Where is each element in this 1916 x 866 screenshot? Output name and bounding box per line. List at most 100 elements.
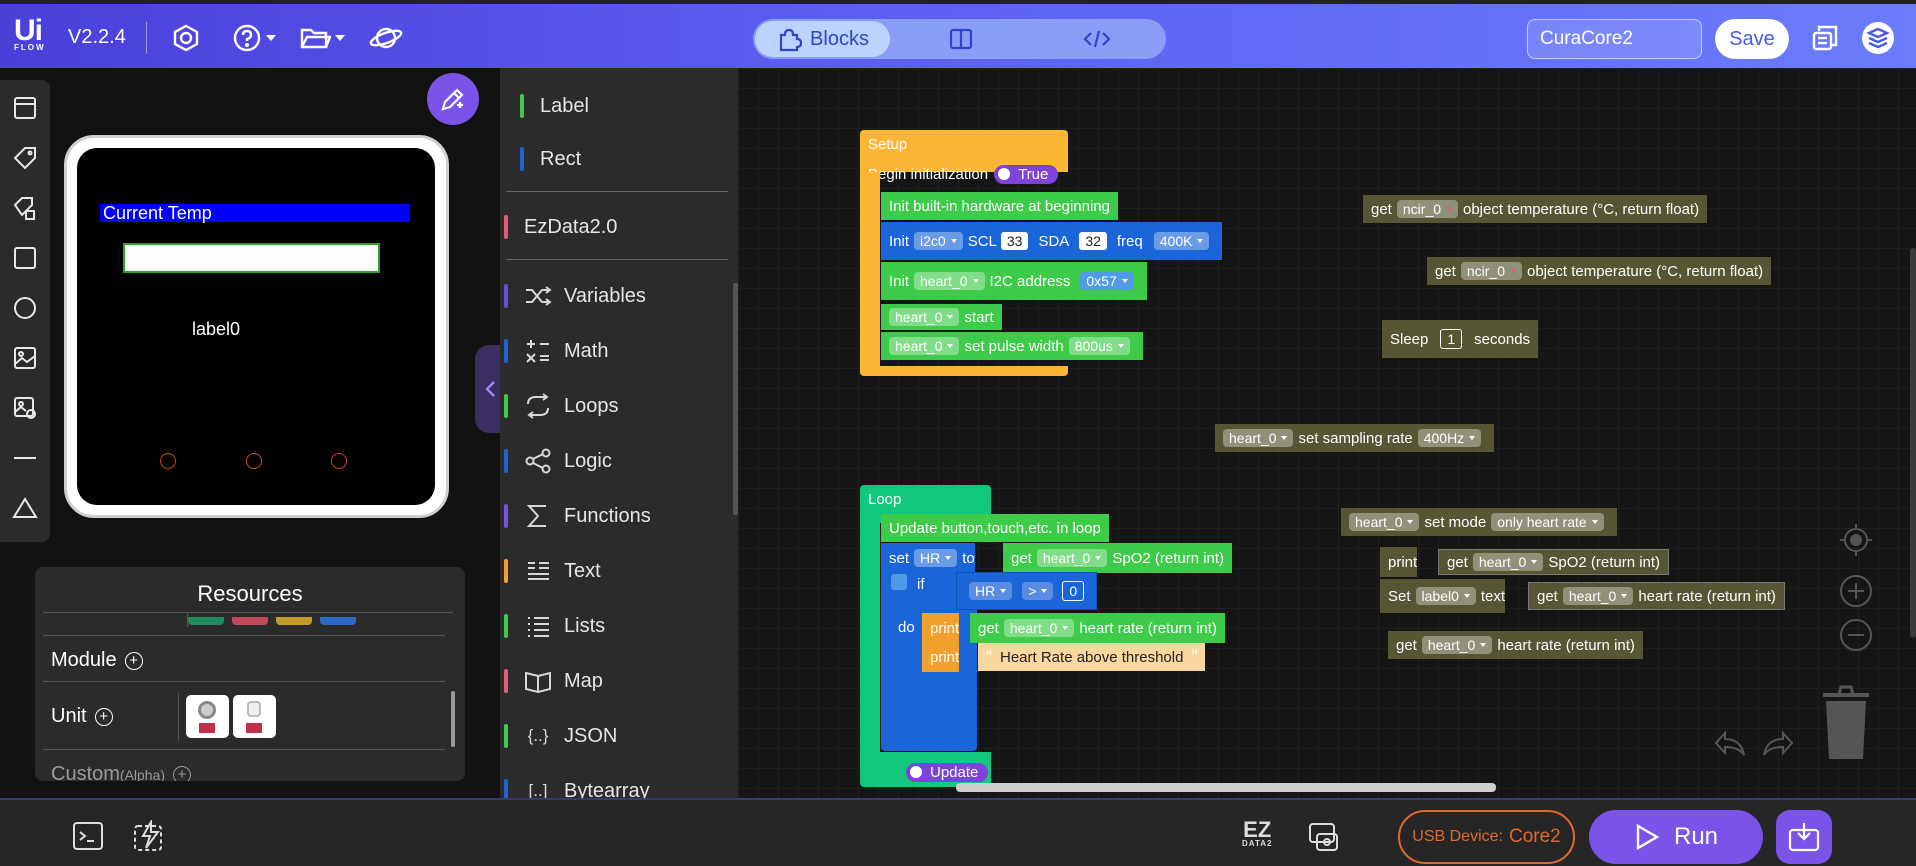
add-unit-icon[interactable]: + xyxy=(94,707,113,726)
sampling-rate-dropdown[interactable]: 400Hz xyxy=(1417,429,1482,447)
category-loops[interactable]: Loops xyxy=(504,391,619,421)
tab-split-view[interactable] xyxy=(893,21,1028,57)
tab-code[interactable] xyxy=(1030,21,1164,57)
screen-label0[interactable]: label0 xyxy=(192,319,240,340)
heart-dropdown[interactable]: heart_0 xyxy=(1349,513,1420,531)
sleep-input[interactable]: 1 xyxy=(1440,329,1463,349)
pulse-width-dropdown[interactable]: 800us xyxy=(1068,337,1130,355)
init-builtin-block[interactable]: Init built-in hardware at beginning xyxy=(881,192,1118,220)
device-screen[interactable] xyxy=(77,148,435,505)
category-json[interactable]: {..}BytearrayJSON xyxy=(504,721,617,751)
tool-window[interactable] xyxy=(11,94,39,122)
module-thumb[interactable] xyxy=(276,617,312,625)
ezdata-button[interactable]: EZ DATA2 xyxy=(1242,819,1272,848)
init-i2c-block[interactable]: Init i2c0 SCL 33 SDA 32 freq 400K xyxy=(881,222,1223,260)
operator-dropdown[interactable]: > xyxy=(1022,582,1054,600)
module-thumb[interactable] xyxy=(232,617,268,625)
hr-variable-dropdown[interactable]: HR xyxy=(914,549,958,567)
undo-button[interactable] xyxy=(1710,724,1750,764)
tool-label[interactable] xyxy=(11,144,39,172)
recenter-button[interactable] xyxy=(1836,520,1876,560)
category-math[interactable]: Math xyxy=(504,336,608,366)
heart-dropdown[interactable]: heart_0 xyxy=(914,272,985,290)
save-button[interactable]: Save xyxy=(1715,19,1789,59)
tool-image-plus[interactable] xyxy=(11,394,39,422)
print-spo2-block[interactable]: print xyxy=(1380,547,1418,577)
print-heart-block[interactable]: print xyxy=(922,613,960,643)
add-custom-icon[interactable]: + xyxy=(173,765,192,781)
category-variables[interactable]: Variables xyxy=(504,281,646,311)
flash-firmware-button[interactable] xyxy=(132,818,168,854)
freq-dropdown[interactable]: 400K xyxy=(1153,232,1210,250)
print-text-block[interactable]: print xyxy=(922,642,960,672)
heart-dropdown[interactable]: heart_0 xyxy=(889,308,960,326)
get-spo2-block-2[interactable]: get heart_0 SpO2 (return int) xyxy=(1438,549,1670,575)
heart-start-block[interactable]: heart_0 start xyxy=(881,304,1002,330)
unit-heart-thumb[interactable] xyxy=(233,695,276,738)
tool-line[interactable] xyxy=(11,444,39,472)
category-label[interactable]: Label xyxy=(520,91,589,121)
category-logic[interactable]: Logic xyxy=(504,446,612,476)
tool-circle[interactable] xyxy=(11,294,39,322)
explore-button[interactable] xyxy=(366,20,406,56)
settings-button[interactable] xyxy=(168,20,204,56)
get-heart-rate-block-2[interactable]: get heart_0 heart rate (return int) xyxy=(1528,582,1785,610)
workspace-horizontal-scrollbar[interactable] xyxy=(956,783,1496,792)
category-ezdata[interactable]: EzData2.0 xyxy=(504,212,617,242)
heart-dropdown[interactable]: heart_0 xyxy=(1472,553,1544,571)
terminal-button[interactable] xyxy=(70,818,106,854)
trash-bin[interactable] xyxy=(1818,682,1874,762)
open-project-menu-button[interactable] xyxy=(294,20,350,56)
tool-triangle[interactable] xyxy=(11,494,39,522)
get-heart-rate-block-3[interactable]: get heart_0 heart rate (return int) xyxy=(1388,631,1643,659)
project-name-input[interactable]: CuraCore2 xyxy=(1527,19,1702,59)
category-functions[interactable]: Functions xyxy=(504,501,651,531)
init-heart-block[interactable]: Init heart_0 I2C address 0x57 xyxy=(881,262,1147,300)
module-thumb[interactable] xyxy=(188,617,224,625)
get-heart-rate-block[interactable]: get heart_0 heart rate (return int) xyxy=(970,613,1225,643)
i2c-dropdown[interactable]: i2c0 xyxy=(914,232,963,250)
heart-dropdown[interactable]: heart_0 xyxy=(1223,429,1294,447)
set-mode-block[interactable]: heart_0 set mode only heart rate xyxy=(1341,508,1617,536)
usb-device-status[interactable]: USB Device: Core2 xyxy=(1398,810,1575,864)
unit-ncir-thumb[interactable] xyxy=(186,695,229,738)
ncir-dropdown[interactable]: ncir_0 xyxy=(1460,262,1522,280)
module-thumb[interactable] xyxy=(320,617,356,625)
screen-rect[interactable] xyxy=(123,243,380,273)
category-text[interactable]: Text xyxy=(504,556,601,586)
tool-title[interactable] xyxy=(11,194,39,222)
help-menu-button[interactable] xyxy=(226,20,282,56)
workspace-vertical-scrollbar[interactable] xyxy=(1910,248,1916,638)
zoom-out-button[interactable] xyxy=(1836,615,1876,655)
run-button[interactable]: Run xyxy=(1589,810,1763,864)
heart-dropdown[interactable]: heart_0 xyxy=(889,337,960,355)
resources-scrollbar[interactable] xyxy=(451,691,455,747)
ncir-dropdown[interactable]: ncir_0 xyxy=(1396,200,1458,218)
device-screen-button[interactable] xyxy=(1306,818,1342,854)
category-lists[interactable]: Lists xyxy=(504,611,605,641)
heart-dropdown[interactable]: heart_0 xyxy=(1003,619,1075,637)
address-dropdown[interactable]: 0x57 xyxy=(1080,272,1134,290)
screen-title-label[interactable]: Current Temp xyxy=(100,204,410,222)
set-label-text-block[interactable]: Set label0 text xyxy=(1380,579,1506,613)
tab-blocks[interactable]: Blocks xyxy=(755,21,890,57)
block-workspace[interactable]: Setup Begin initialization True Init bui… xyxy=(738,68,1916,798)
sleep-block[interactable]: Sleep 1 seconds xyxy=(1382,320,1539,358)
label-dropdown[interactable]: label0 xyxy=(1415,587,1476,605)
heart-dropdown[interactable]: heart_0 xyxy=(1562,587,1634,605)
get-ncir-temp-block[interactable]: get ncir_0 object temperature (°C, retur… xyxy=(1363,195,1708,223)
category-map[interactable]: Map xyxy=(504,666,603,696)
category-rect[interactable]: Rect xyxy=(520,144,581,174)
mode-dropdown[interactable]: only heart rate xyxy=(1491,513,1604,531)
if-mutator-gear-icon[interactable] xyxy=(891,574,907,590)
redo-button[interactable] xyxy=(1758,724,1798,764)
scl-input[interactable]: 33 xyxy=(1000,232,1029,250)
heart-dropdown[interactable]: heart_0 xyxy=(1036,549,1108,567)
set-sampling-rate-block[interactable]: heart_0 set sampling rate 400Hz xyxy=(1215,424,1495,452)
heart-dropdown[interactable]: heart_0 xyxy=(1421,636,1493,654)
sda-input[interactable]: 32 xyxy=(1079,232,1107,250)
edit-ui-button[interactable] xyxy=(427,73,479,125)
update-loop-block[interactable]: Update button,touch,etc. in loop xyxy=(881,514,1109,542)
text-literal-block[interactable]: “ Heart Rate above threshold ” xyxy=(978,643,1206,671)
update-toggle[interactable]: Update xyxy=(906,762,989,782)
